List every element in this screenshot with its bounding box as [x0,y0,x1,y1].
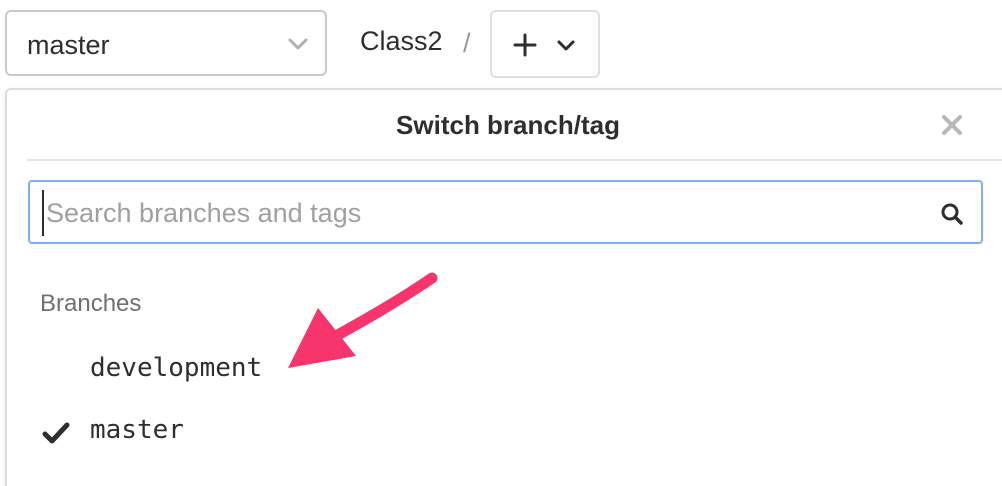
branch-switcher-screen: master Class2 / Switch branch/tag Search… [0,0,1002,486]
breadcrumb-project[interactable]: Class2 [360,26,443,57]
plus-icon [513,33,537,57]
branch-select-dropdown[interactable]: master [5,10,327,76]
check-icon [42,422,70,444]
search-input[interactable] [42,190,908,236]
chevron-down-icon [288,38,308,50]
dropdown-title: Switch branch/tag [396,110,620,140]
search-icon[interactable] [940,202,964,226]
add-dropdown-button[interactable] [490,10,600,78]
title-divider [27,159,1002,161]
branch-select-value: master [27,30,110,60]
switch-branch-dropdown: Switch branch/tag Branches development m… [5,88,1002,486]
section-header-branches: Branches [40,290,142,317]
branch-item-development[interactable]: development [7,343,1002,399]
annotation-arrow-icon [288,272,438,368]
close-icon[interactable] [941,114,963,136]
branch-item-label: master [90,415,184,445]
branch-item-label: development [90,353,263,383]
breadcrumb-separator: / [463,28,471,58]
chevron-down-icon [557,40,575,51]
search-box[interactable] [28,180,983,244]
branch-item-master[interactable]: master [7,405,1002,461]
